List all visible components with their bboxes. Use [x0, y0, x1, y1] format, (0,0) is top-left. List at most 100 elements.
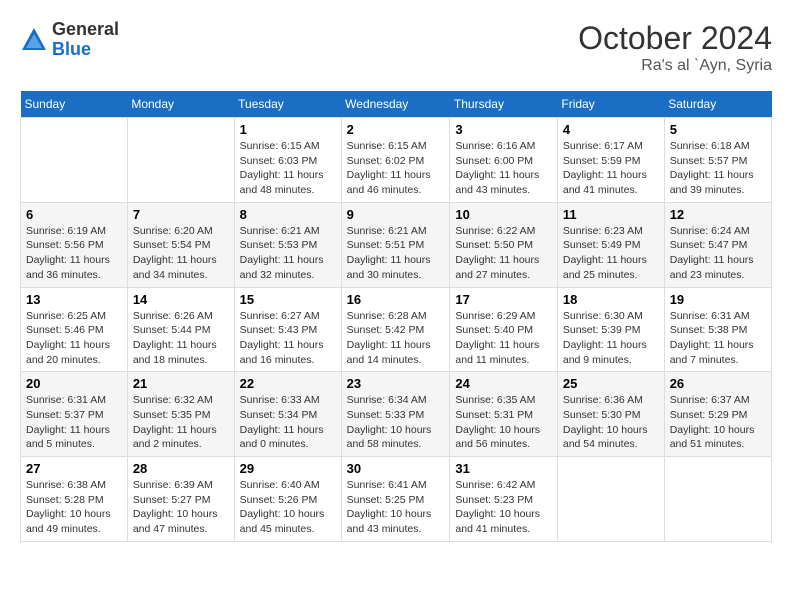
calendar-cell: 20 Sunrise: 6:31 AM Sunset: 5:37 PM Dayli… — [21, 372, 128, 457]
calendar-cell: 15 Sunrise: 6:27 AM Sunset: 5:43 PM Dayli… — [234, 287, 341, 372]
day-number: 23 — [347, 376, 445, 391]
calendar-cell: 10 Sunrise: 6:22 AM Sunset: 5:50 PM Dayli… — [450, 202, 557, 287]
day-number: 15 — [240, 292, 336, 307]
calendar-cell: 2 Sunrise: 6:15 AM Sunset: 6:02 PM Daylig… — [341, 118, 450, 203]
day-number: 31 — [455, 461, 551, 476]
calendar-cell — [664, 457, 771, 542]
day-info: Sunrise: 6:21 AM Sunset: 5:51 PM Dayligh… — [347, 224, 445, 283]
day-info: Sunrise: 6:31 AM Sunset: 5:37 PM Dayligh… — [26, 393, 122, 452]
logo-blue: Blue — [52, 40, 119, 60]
day-info: Sunrise: 6:37 AM Sunset: 5:29 PM Dayligh… — [670, 393, 766, 452]
calendar-cell: 29 Sunrise: 6:40 AM Sunset: 5:26 PM Dayli… — [234, 457, 341, 542]
day-number: 3 — [455, 122, 551, 137]
day-number: 2 — [347, 122, 445, 137]
day-info: Sunrise: 6:33 AM Sunset: 5:34 PM Dayligh… — [240, 393, 336, 452]
day-number: 9 — [347, 207, 445, 222]
day-info: Sunrise: 6:26 AM Sunset: 5:44 PM Dayligh… — [133, 309, 229, 368]
weekday-header-tuesday: Tuesday — [234, 91, 341, 118]
weekday-header-monday: Monday — [127, 91, 234, 118]
weekday-header-row: SundayMondayTuesdayWednesdayThursdayFrid… — [21, 91, 772, 118]
day-number: 24 — [455, 376, 551, 391]
day-number: 6 — [26, 207, 122, 222]
day-info: Sunrise: 6:28 AM Sunset: 5:42 PM Dayligh… — [347, 309, 445, 368]
day-number: 4 — [563, 122, 659, 137]
calendar-cell: 14 Sunrise: 6:26 AM Sunset: 5:44 PM Dayli… — [127, 287, 234, 372]
month-title: October 2024 — [578, 20, 772, 57]
day-info: Sunrise: 6:39 AM Sunset: 5:27 PM Dayligh… — [133, 478, 229, 537]
day-number: 29 — [240, 461, 336, 476]
calendar-cell: 7 Sunrise: 6:20 AM Sunset: 5:54 PM Daylig… — [127, 202, 234, 287]
day-info: Sunrise: 6:15 AM Sunset: 6:03 PM Dayligh… — [240, 139, 336, 198]
calendar-cell: 8 Sunrise: 6:21 AM Sunset: 5:53 PM Daylig… — [234, 202, 341, 287]
day-info: Sunrise: 6:15 AM Sunset: 6:02 PM Dayligh… — [347, 139, 445, 198]
day-number: 17 — [455, 292, 551, 307]
day-info: Sunrise: 6:42 AM Sunset: 5:23 PM Dayligh… — [455, 478, 551, 537]
day-info: Sunrise: 6:27 AM Sunset: 5:43 PM Dayligh… — [240, 309, 336, 368]
calendar-cell: 25 Sunrise: 6:36 AM Sunset: 5:30 PM Dayli… — [557, 372, 664, 457]
calendar-cell: 1Sunrise: 6:15 AM Sunset: 6:03 PM Daylig… — [234, 118, 341, 203]
calendar-week-row: 20 Sunrise: 6:31 AM Sunset: 5:37 PM Dayli… — [21, 372, 772, 457]
calendar-cell — [127, 118, 234, 203]
calendar-cell: 30Sunrise: 6:41 AM Sunset: 5:25 PM Dayli… — [341, 457, 450, 542]
calendar-week-row: 6 Sunrise: 6:19 AM Sunset: 5:56 PM Daylig… — [21, 202, 772, 287]
day-number: 19 — [670, 292, 766, 307]
day-number: 28 — [133, 461, 229, 476]
day-info: Sunrise: 6:36 AM Sunset: 5:30 PM Dayligh… — [563, 393, 659, 452]
day-number: 10 — [455, 207, 551, 222]
day-info: Sunrise: 6:30 AM Sunset: 5:39 PM Dayligh… — [563, 309, 659, 368]
day-number: 13 — [26, 292, 122, 307]
weekday-header-wednesday: Wednesday — [341, 91, 450, 118]
calendar-cell — [21, 118, 128, 203]
calendar-cell: 18Sunrise: 6:30 AM Sunset: 5:39 PM Dayli… — [557, 287, 664, 372]
calendar-cell: 26 Sunrise: 6:37 AM Sunset: 5:29 PM Dayli… — [664, 372, 771, 457]
calendar-cell: 22 Sunrise: 6:33 AM Sunset: 5:34 PM Dayli… — [234, 372, 341, 457]
day-info: Sunrise: 6:21 AM Sunset: 5:53 PM Dayligh… — [240, 224, 336, 283]
day-number: 26 — [670, 376, 766, 391]
day-info: Sunrise: 6:17 AM Sunset: 5:59 PM Dayligh… — [563, 139, 659, 198]
day-info: Sunrise: 6:32 AM Sunset: 5:35 PM Dayligh… — [133, 393, 229, 452]
day-info: Sunrise: 6:16 AM Sunset: 6:00 PM Dayligh… — [455, 139, 551, 198]
calendar-cell: 6 Sunrise: 6:19 AM Sunset: 5:56 PM Daylig… — [21, 202, 128, 287]
day-info: Sunrise: 6:19 AM Sunset: 5:56 PM Dayligh… — [26, 224, 122, 283]
calendar-cell: 17 Sunrise: 6:29 AM Sunset: 5:40 PM Dayli… — [450, 287, 557, 372]
weekday-header-thursday: Thursday — [450, 91, 557, 118]
day-number: 30 — [347, 461, 445, 476]
calendar-week-row: 1Sunrise: 6:15 AM Sunset: 6:03 PM Daylig… — [21, 118, 772, 203]
day-number: 16 — [347, 292, 445, 307]
calendar-cell: 24Sunrise: 6:35 AM Sunset: 5:31 PM Dayli… — [450, 372, 557, 457]
day-info: Sunrise: 6:34 AM Sunset: 5:33 PM Dayligh… — [347, 393, 445, 452]
calendar-cell: 21 Sunrise: 6:32 AM Sunset: 5:35 PM Dayli… — [127, 372, 234, 457]
day-number: 20 — [26, 376, 122, 391]
calendar-cell: 13 Sunrise: 6:25 AM Sunset: 5:46 PM Dayli… — [21, 287, 128, 372]
logo-general: General — [52, 20, 119, 40]
day-info: Sunrise: 6:40 AM Sunset: 5:26 PM Dayligh… — [240, 478, 336, 537]
calendar-week-row: 13 Sunrise: 6:25 AM Sunset: 5:46 PM Dayli… — [21, 287, 772, 372]
day-info: Sunrise: 6:20 AM Sunset: 5:54 PM Dayligh… — [133, 224, 229, 283]
day-number: 22 — [240, 376, 336, 391]
day-number: 14 — [133, 292, 229, 307]
day-number: 7 — [133, 207, 229, 222]
logo-text: General Blue — [52, 20, 119, 60]
day-number: 21 — [133, 376, 229, 391]
calendar-cell: 3 Sunrise: 6:16 AM Sunset: 6:00 PM Daylig… — [450, 118, 557, 203]
calendar-cell: 19 Sunrise: 6:31 AM Sunset: 5:38 PM Dayli… — [664, 287, 771, 372]
day-number: 8 — [240, 207, 336, 222]
day-info: Sunrise: 6:25 AM Sunset: 5:46 PM Dayligh… — [26, 309, 122, 368]
calendar-cell: 27 Sunrise: 6:38 AM Sunset: 5:28 PM Dayli… — [21, 457, 128, 542]
day-info: Sunrise: 6:22 AM Sunset: 5:50 PM Dayligh… — [455, 224, 551, 283]
calendar-cell: 11Sunrise: 6:23 AM Sunset: 5:49 PM Dayli… — [557, 202, 664, 287]
day-info: Sunrise: 6:18 AM Sunset: 5:57 PM Dayligh… — [670, 139, 766, 198]
day-number: 5 — [670, 122, 766, 137]
logo-icon — [20, 26, 48, 54]
calendar-cell: 12Sunrise: 6:24 AM Sunset: 5:47 PM Dayli… — [664, 202, 771, 287]
page-header: General Blue October 2024 Ra's al `Ayn, … — [20, 20, 772, 75]
day-info: Sunrise: 6:31 AM Sunset: 5:38 PM Dayligh… — [670, 309, 766, 368]
day-number: 27 — [26, 461, 122, 476]
day-info: Sunrise: 6:23 AM Sunset: 5:49 PM Dayligh… — [563, 224, 659, 283]
calendar-cell: 16 Sunrise: 6:28 AM Sunset: 5:42 PM Dayli… — [341, 287, 450, 372]
day-number: 25 — [563, 376, 659, 391]
calendar-cell: 31 Sunrise: 6:42 AM Sunset: 5:23 PM Dayli… — [450, 457, 557, 542]
day-info: Sunrise: 6:38 AM Sunset: 5:28 PM Dayligh… — [26, 478, 122, 537]
calendar-cell — [557, 457, 664, 542]
day-info: Sunrise: 6:29 AM Sunset: 5:40 PM Dayligh… — [455, 309, 551, 368]
